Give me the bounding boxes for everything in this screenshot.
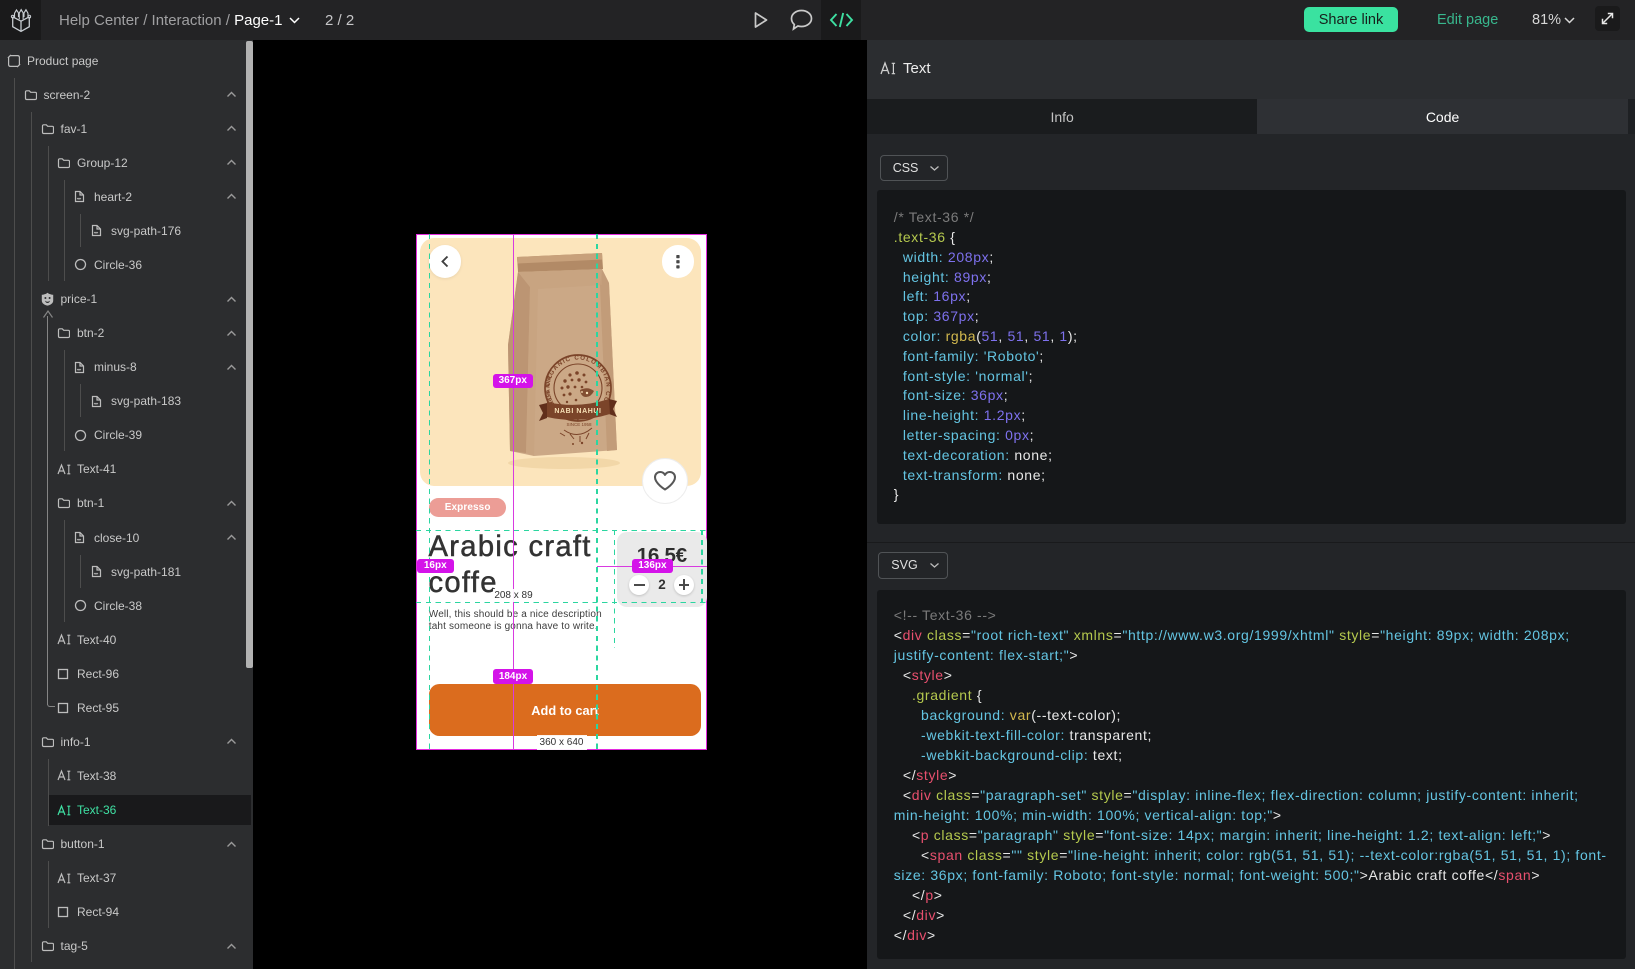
- svg-text:NABI NAHUI: NABI NAHUI: [554, 408, 601, 415]
- svg-text:SINCE 1958: SINCE 1958: [566, 422, 592, 427]
